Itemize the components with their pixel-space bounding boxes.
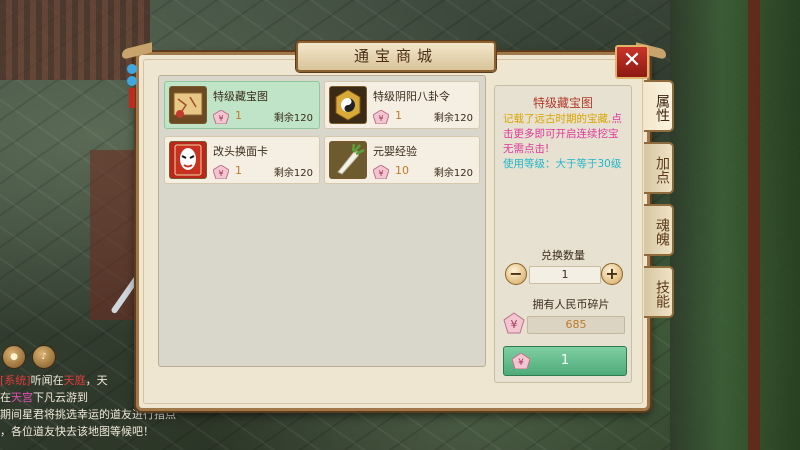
item-name: 元婴经验 (373, 145, 417, 158)
svg-text:¥: ¥ (378, 169, 383, 178)
quantity-stepper: − 1 + (505, 263, 623, 285)
owned-currency-row: ¥ 685 (503, 312, 625, 334)
hud-mic-icon[interactable]: ♪ (32, 345, 56, 369)
exchange-cost: 1 (560, 353, 570, 368)
decrease-quantity-button[interactable]: − (505, 263, 527, 285)
rmb-shard-icon: ¥ (213, 165, 229, 179)
jade-pendant-icon (127, 62, 137, 122)
chat-text: ，天 (85, 374, 108, 387)
item-price: 1 (235, 164, 242, 177)
quantity-label: 兑换数量 (541, 249, 585, 262)
item-detail-panel: 特级藏宝图 记载了远古时期的宝藏,点击更多即可开启连续挖宝无需点击! 使用等级：… (494, 85, 632, 383)
owned-currency-label: 拥有人民币碎片 (532, 298, 610, 311)
svg-text:¥: ¥ (218, 114, 223, 123)
chat-text: 下凡云游到 (33, 391, 88, 404)
description-level-requirement: 使用等级：大于等于30级 (503, 158, 622, 170)
hud-icon-bar: ● ♪ (2, 345, 56, 369)
detail-item-title: 特级藏宝图 (532, 96, 593, 110)
yin-yang-token-icon (329, 86, 367, 124)
dialog-title: 通宝商城 (296, 41, 496, 72)
item-card-face-change[interactable]: 改头换面卡 ¥ 1 剩余120 (164, 136, 320, 184)
radish-icon (329, 141, 367, 179)
item-list-panel: 特级藏宝图 ¥ 1 剩余120 特级阴阳八卦令 ¥ 1 剩余120 改头换面卡 … (158, 75, 486, 367)
opera-mask-card-icon (169, 141, 207, 179)
rmb-shard-icon: ¥ (373, 165, 389, 179)
item-price: 10 (395, 164, 409, 177)
chat-text: 听闻在 (30, 374, 64, 387)
exchange-button[interactable]: ¥ 1 (503, 346, 627, 376)
rmb-shard-icon: ¥ (373, 110, 389, 124)
item-stock: 剩余120 (273, 168, 313, 179)
owned-currency-value: 685 (527, 316, 625, 334)
tab-soul[interactable]: 魂魄 (644, 204, 674, 256)
description-lore: 记载了远古时期的宝藏, (503, 113, 612, 125)
tree-foliage (670, 0, 800, 450)
svg-text:¥: ¥ (511, 318, 518, 331)
rmb-shard-icon: ¥ (512, 353, 530, 369)
tab-add-points[interactable]: 加点 (644, 142, 674, 194)
item-stock: 剩余120 (433, 113, 473, 124)
treasure-map-icon (169, 86, 207, 124)
item-price: 1 (395, 109, 402, 122)
chat-location: 天庭 (63, 374, 86, 387)
item-stock: 剩余120 (273, 113, 313, 124)
item-price: 1 (235, 109, 242, 122)
close-button[interactable]: ✕ (615, 45, 649, 79)
item-name: 特级阴阳八卦令 (373, 90, 450, 103)
increase-quantity-button[interactable]: + (601, 263, 623, 285)
tab-skills[interactable]: 技能 (644, 266, 674, 318)
rmb-shard-icon: ¥ (213, 110, 229, 124)
item-card-yin-yang-token[interactable]: 特级阴阳八卦令 ¥ 1 剩余120 (324, 81, 480, 129)
item-card-treasure-map[interactable]: 特级藏宝图 ¥ 1 剩余120 (164, 81, 320, 129)
chat-line: ，各位道友快去该地图等候吧！ (0, 425, 154, 438)
svg-text:¥: ¥ (518, 358, 524, 368)
chat-text: 在 (0, 391, 11, 404)
item-name: 改头换面卡 (213, 145, 268, 158)
rmb-shard-icon: ¥ (503, 312, 525, 334)
tab-attributes[interactable]: 属性 (644, 80, 674, 132)
hud-avatar-icon[interactable]: ● (2, 345, 26, 369)
svg-text:¥: ¥ (218, 169, 223, 178)
svg-text:¥: ¥ (378, 114, 383, 123)
item-name: 特级藏宝图 (213, 90, 268, 103)
detail-description: 记载了远古时期的宝藏,点击更多即可开启连续挖宝无需点击! 使用等级：大于等于30… (503, 112, 627, 172)
red-pillar (748, 0, 760, 450)
chat-channel-tag: [系统] (0, 374, 31, 387)
chat-location: 天宫 (11, 391, 33, 404)
item-card-nascent-soul-exp[interactable]: 元婴经验 ¥ 10 剩余120 (324, 136, 480, 184)
item-stock: 剩余120 (433, 168, 473, 179)
side-tab-bar: 属性 加点 魂魄 技能 (644, 80, 674, 328)
quantity-value[interactable]: 1 (529, 266, 601, 284)
